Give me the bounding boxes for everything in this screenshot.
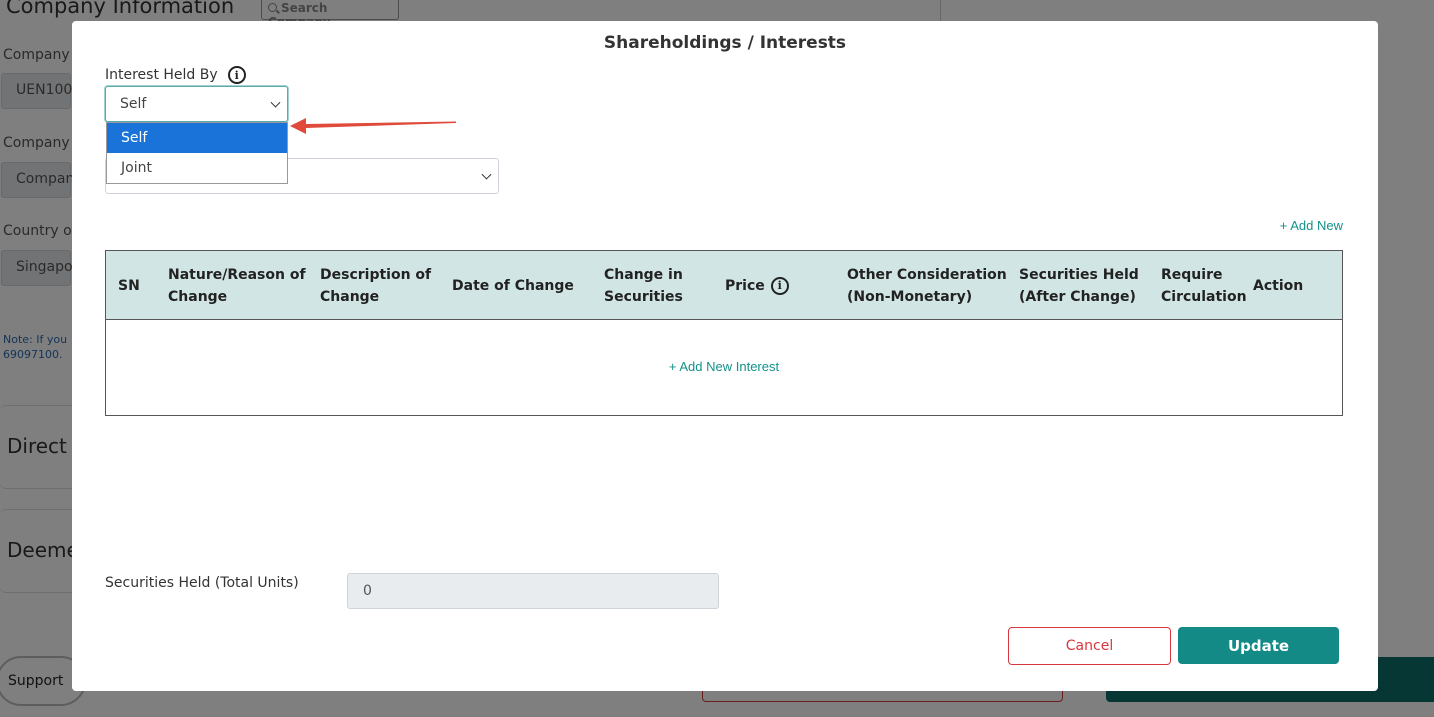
total-units-field: 0	[347, 573, 719, 609]
update-button[interactable]: Update	[1178, 627, 1339, 664]
interest-held-by-dropdown: Self Joint	[106, 122, 288, 184]
header-sn: SN	[118, 277, 140, 294]
header-other-consideration: Other Consideration (Non-Monetary)	[847, 266, 1007, 305]
total-units-label: Securities Held (Total Units)	[105, 575, 299, 591]
header-price: Price i	[725, 251, 815, 320]
add-new-interest-link[interactable]: + Add New Interest	[106, 359, 1342, 374]
header-securities-held: Securities Held (After Change)	[1019, 266, 1139, 305]
header-nature-reason: Nature/Reason of Change	[168, 266, 306, 305]
add-new-link[interactable]: + Add New	[1280, 218, 1343, 233]
add-new-interest-label: + Add New Interest	[668, 359, 780, 374]
chevron-down-icon	[481, 169, 492, 180]
header-require-circulation: Require Circulation	[1161, 266, 1247, 305]
price-label: Price	[725, 277, 765, 294]
selected-value: Self	[120, 96, 147, 112]
interests-table: SN Nature/Reason of Change Description o…	[105, 250, 1343, 416]
dropdown-option-joint[interactable]: Joint	[107, 153, 287, 183]
cancel-button[interactable]: Cancel	[1008, 627, 1171, 665]
header-date-of-change: Date of Change	[452, 277, 574, 294]
chevron-down-icon	[270, 97, 281, 108]
interest-held-by-select[interactable]: Self	[105, 86, 288, 122]
interest-held-by-label: Interest Held By i	[105, 66, 246, 84]
dropdown-option-self[interactable]: Self	[107, 123, 287, 153]
shareholdings-modal: Shareholdings / Interests Interest Held …	[72, 21, 1378, 691]
header-description: Description of Change	[320, 266, 432, 305]
info-icon[interactable]: i	[770, 276, 789, 295]
modal-title: Shareholdings / Interests	[603, 33, 847, 53]
red-arrow-annotation	[290, 118, 456, 134]
interest-held-by-text: Interest Held By	[105, 67, 218, 83]
header-change-in-securities: Change in Securities	[604, 266, 683, 305]
header-action: Action	[1253, 277, 1304, 294]
info-icon[interactable]: i	[227, 66, 246, 84]
table-header: SN Nature/Reason of Change Description o…	[106, 251, 1342, 320]
